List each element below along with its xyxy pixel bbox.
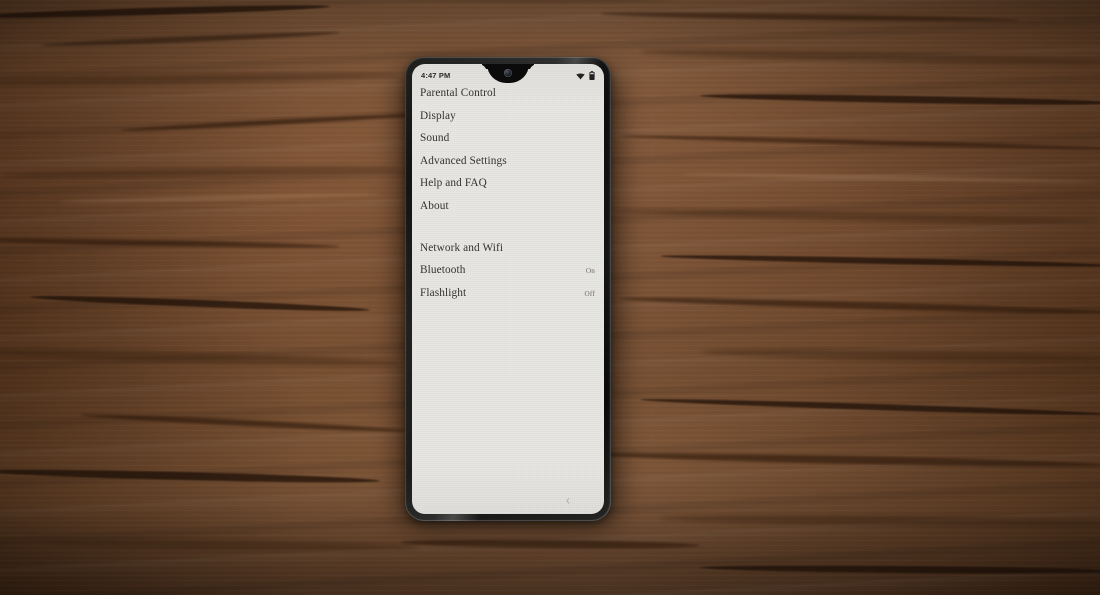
menu-item-label: Network and Wifi <box>420 241 504 254</box>
phone-screen[interactable]: 4:47 PM Parental Control Display Sound A… <box>412 64 604 514</box>
menu-item-label: Parental Control <box>420 87 496 99</box>
menu-item-label: Help and FAQ <box>420 177 487 190</box>
menu-item-flashlight[interactable]: Flashlight Off <box>420 287 595 310</box>
menu-item-label: Sound <box>420 132 450 145</box>
menu-item-label: Display <box>420 109 456 122</box>
menu-item-parental-control[interactable]: Parental Control <box>420 87 595 110</box>
settings-menu: Parental Control Display Sound Advanced … <box>412 86 604 309</box>
settings-group-primary: Parental Control Display Sound Advanced … <box>420 87 595 223</box>
menu-item-advanced-settings[interactable]: Advanced Settings <box>420 155 595 178</box>
menu-item-help-and-faq[interactable]: Help and FAQ <box>420 177 595 200</box>
menu-item-network-and-wifi[interactable]: Network and Wifi <box>420 242 595 265</box>
wifi-icon <box>576 67 585 85</box>
menu-item-label: Advanced Settings <box>420 154 507 167</box>
menu-item-label: About <box>420 199 449 212</box>
menu-item-sound[interactable]: Sound <box>420 132 595 155</box>
menu-item-about[interactable]: About <box>420 200 595 223</box>
front-camera-icon <box>504 69 512 77</box>
menu-item-value: On <box>585 267 595 276</box>
navigation-bar: ‹ <box>412 488 604 514</box>
settings-group-connectivity: Network and Wifi Bluetooth On Flashlight… <box>420 242 595 310</box>
menu-item-display[interactable]: Display <box>420 110 595 133</box>
status-icons <box>576 65 595 85</box>
phone-device: 4:47 PM Parental Control Display Sound A… <box>405 57 611 521</box>
menu-item-value: Off <box>584 289 595 298</box>
menu-item-bluetooth[interactable]: Bluetooth On <box>420 264 595 287</box>
scene: 4:47 PM Parental Control Display Sound A… <box>0 0 1100 595</box>
menu-item-label: Flashlight <box>420 286 467 299</box>
battery-icon <box>589 67 595 85</box>
back-icon[interactable]: ‹ <box>566 494 570 508</box>
status-time: 4:47 PM <box>421 71 451 81</box>
menu-item-label: Bluetooth <box>420 264 466 277</box>
